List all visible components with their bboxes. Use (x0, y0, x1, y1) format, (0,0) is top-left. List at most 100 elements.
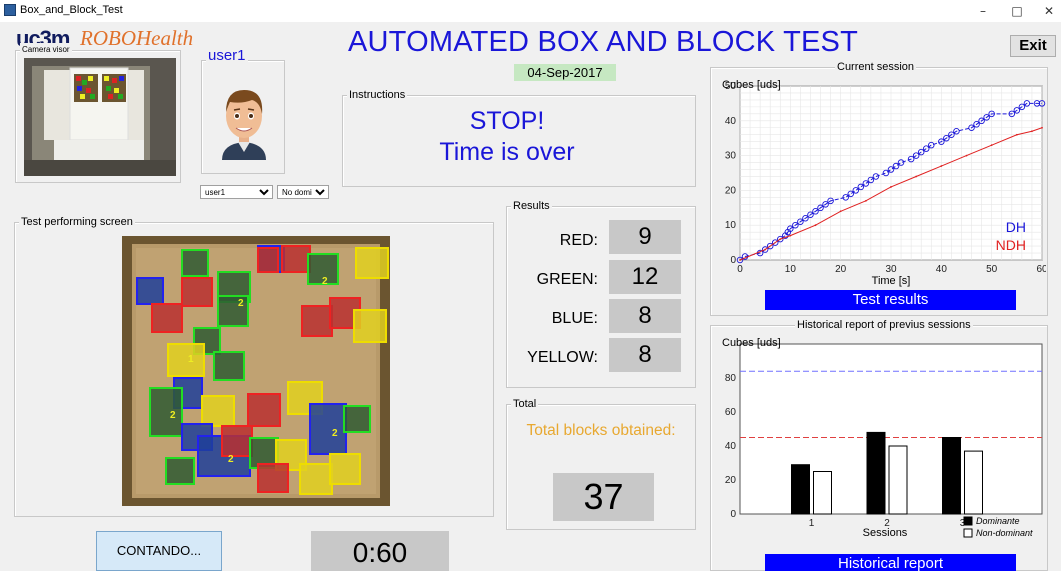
data-point (890, 186, 892, 188)
x-tick-label: 0 (737, 264, 743, 275)
data-point (864, 199, 867, 202)
test-camera-image: 2 2 1 2 2 2 (122, 236, 390, 506)
bar-dominante (866, 431, 886, 515)
bar-nondominant (813, 471, 832, 515)
detected-label: 2 (228, 454, 234, 465)
result-value-red: 9 (609, 220, 681, 254)
y-axis-label: Cubes [uds] (722, 337, 781, 349)
y-tick-label: 40 (725, 116, 737, 127)
x-tick-label: 60 (1036, 264, 1046, 275)
y-tick-label: 10 (725, 220, 737, 231)
camera-visor-legend: Camera visor (20, 43, 72, 57)
y-tick-label: 0 (730, 509, 736, 520)
legend-dh: DH (1006, 219, 1026, 235)
block-detection-view: 2 2 1 2 2 2 (122, 236, 390, 506)
window-titlebar: Box_and_Block_Test – □ ✕ (0, 0, 1061, 22)
data-point (839, 210, 842, 213)
detected-label: 2 (238, 298, 244, 309)
y-tick-label: 60 (725, 407, 737, 418)
data-point (940, 165, 943, 167)
x-tick-label: 20 (835, 264, 847, 275)
result-label-blue: BLUE: (551, 310, 598, 327)
user-legend: user1 (206, 47, 248, 64)
instructions-line1: STOP! (469, 107, 545, 135)
legend-label: Dominante (976, 516, 1020, 526)
window-title: Box_and_Block_Test (20, 4, 123, 16)
current-session-chart: 0 10 20 30 40 50 6001020304050Time [s]Cubes [u… (722, 79, 1046, 287)
instructions-legend: Instructions (347, 88, 408, 102)
detected-label: 1 (188, 354, 194, 365)
results-legend: Results (511, 199, 552, 213)
data-point (915, 175, 918, 178)
x-tick-label: 1 (809, 518, 815, 529)
app-icon (4, 4, 16, 16)
result-label-red: RED: (559, 232, 598, 249)
maximize-button[interactable]: □ (1002, 2, 1032, 20)
user-select[interactable]: user1 (200, 185, 273, 199)
bar-dominante (791, 464, 810, 515)
y-tick-label: 30 (725, 151, 737, 162)
avatar-icon (222, 90, 266, 160)
camera-feed (24, 58, 176, 176)
historical-legend: Historical report of previus sessions (795, 318, 973, 332)
y-tick-label: 40 (725, 441, 737, 452)
data-point (1031, 130, 1033, 133)
bar-dominante (942, 437, 961, 515)
bar-nondominant (964, 450, 983, 515)
data-point (789, 234, 792, 237)
exit-button[interactable]: Exit (1010, 35, 1056, 57)
hand-select[interactable]: No domi... (277, 185, 329, 199)
test-screen-legend: Test performing screen (19, 215, 135, 229)
instructions-line2: Time is over (439, 138, 575, 166)
current-session-legend: Current session (835, 60, 917, 74)
result-value-blue: 8 (609, 299, 681, 333)
robohealth-logo: ROBOHealth (80, 26, 194, 50)
test-results-button[interactable]: Test results (765, 290, 1016, 310)
total-label: Total blocks obtained: (526, 422, 676, 439)
y-tick-label: 20 (725, 185, 737, 196)
x-axis-label: Time [s] (872, 275, 911, 287)
x-tick-label: 30 (885, 264, 897, 275)
detected-label: 2 (322, 276, 328, 287)
result-value-green: 12 (609, 260, 681, 294)
user-avatar (216, 82, 272, 162)
y-tick-label: 80 (725, 373, 737, 384)
total-value: 37 (553, 473, 654, 521)
camera-feed-image (24, 58, 176, 176)
instructions-message: STOP! Time is over (346, 106, 668, 168)
y-tick-label: 20 (725, 475, 737, 486)
data-point (1015, 133, 1018, 136)
bar-nondominant (888, 445, 908, 515)
legend-ndh: NDH (996, 237, 1026, 253)
minimize-button[interactable]: – (968, 2, 998, 20)
x-tick-label: 40 (936, 264, 948, 275)
data-point (814, 224, 817, 227)
legend-swatch (963, 516, 973, 526)
data-point (965, 154, 968, 157)
x-axis-label: Sessions (863, 527, 908, 539)
historical-report-button[interactable]: Historical report (765, 554, 1016, 571)
data-point (739, 259, 741, 261)
historical-chart: 020406080Cubes [uds]1 2 3SessionsDominante… (722, 337, 1043, 539)
legend-label: Non-dominant (976, 528, 1033, 538)
y-tick-label: 0 (730, 255, 736, 266)
date-badge: 04-Sep-2017 (514, 64, 616, 81)
total-legend: Total (511, 397, 539, 411)
x-tick-label: 10 (785, 264, 797, 275)
page-title: AUTOMATED BOX AND BLOCK TEST (348, 26, 858, 58)
timer-display: 0:60 (311, 531, 449, 571)
detected-label: 2 (332, 428, 338, 439)
result-label-green: GREEN: (536, 271, 598, 288)
data-point (764, 248, 767, 251)
close-button[interactable]: ✕ (1034, 2, 1061, 20)
contando-button[interactable]: CONTANDO... (96, 531, 222, 571)
data-point (779, 238, 782, 241)
x-tick-label: 50 (986, 264, 998, 275)
result-value-yellow: 8 (609, 338, 681, 372)
data-point (990, 144, 993, 147)
detected-label: 2 (170, 410, 176, 421)
data-point (1041, 126, 1043, 129)
result-label-yellow: YELLOW: (527, 349, 598, 366)
y-axis-label: Cubes [uds] (722, 79, 781, 91)
legend-swatch (963, 528, 973, 538)
